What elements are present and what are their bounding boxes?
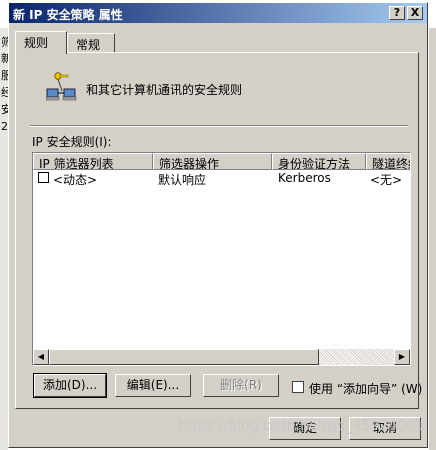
column-header-tunnel-endpoint[interactable]: 隧道终结点 [366, 153, 410, 170]
rules-description: 和其它计算机通讯的安全规则 [86, 83, 243, 97]
cell-auth-method: Kerberos [278, 171, 331, 185]
rule-checkbox[interactable] [38, 172, 49, 183]
edit-button[interactable]: 编辑(E)... [115, 374, 191, 397]
help-button[interactable]: ? [389, 6, 405, 20]
tab-rules[interactable]: 规则 [15, 31, 67, 54]
table-row[interactable]: <动态> 默认响应 Kerberos <无> [33, 170, 410, 187]
cell-filter-list: <动态> [53, 173, 98, 187]
background-text: 2 [1, 120, 8, 133]
watermark-text: https://blog.csdn.net/qq_45924001 [178, 418, 424, 434]
scroll-right-icon[interactable]: ▶ [394, 349, 410, 365]
network-security-icon [46, 72, 77, 101]
column-header-auth-method[interactable]: 身份验证方法 [272, 153, 366, 170]
add-button[interactable]: 添加(D)... [33, 373, 107, 398]
remove-button[interactable]: 删除(R) [203, 374, 279, 397]
ip-rules-list-label: IP 安全规则(I): [32, 135, 112, 149]
rules-tab-panel: 和其它计算机通讯的安全规则 IP 安全规则(I): IP 筛选器列表 筛选器操作… [15, 52, 422, 409]
horizontal-scrollbar[interactable]: ◀ ▶ [33, 349, 410, 365]
tab-general[interactable]: 常规 [67, 33, 115, 53]
cell-tunnel-endpoint: <无> [370, 173, 403, 187]
column-header-filter-list[interactable]: IP 筛选器列表 [33, 153, 153, 170]
background-window-edge [429, 28, 436, 450]
dialog-title: 新 IP 安全策略 属性 [13, 8, 123, 22]
title-bar[interactable]: 新 IP 安全策略 属性 ? X [9, 3, 427, 23]
cell-filter-action: 默认响应 [158, 173, 207, 187]
ip-policy-properties-dialog: 新 IP 安全策略 属性 ? X 规则 常规 和其它计算机通讯的安全规则 IP … [8, 2, 428, 448]
scroll-left-icon[interactable]: ◀ [33, 349, 49, 365]
close-button[interactable]: X [407, 6, 423, 20]
list-header: IP 筛选器列表 筛选器操作 身份验证方法 隧道终结点 [33, 153, 410, 170]
ip-rules-list[interactable]: IP 筛选器列表 筛选器操作 身份验证方法 隧道终结点 <动态> 默认响应 Ke… [32, 152, 411, 366]
use-wizard-label[interactable]: 使用 “添加向导” (W) [309, 380, 422, 397]
scroll-thumb[interactable] [49, 349, 319, 365]
separator [30, 125, 408, 127]
use-wizard-checkbox[interactable] [292, 381, 304, 393]
column-header-filter-action[interactable]: 筛选器操作 [153, 153, 272, 170]
scroll-track[interactable] [319, 349, 394, 365]
